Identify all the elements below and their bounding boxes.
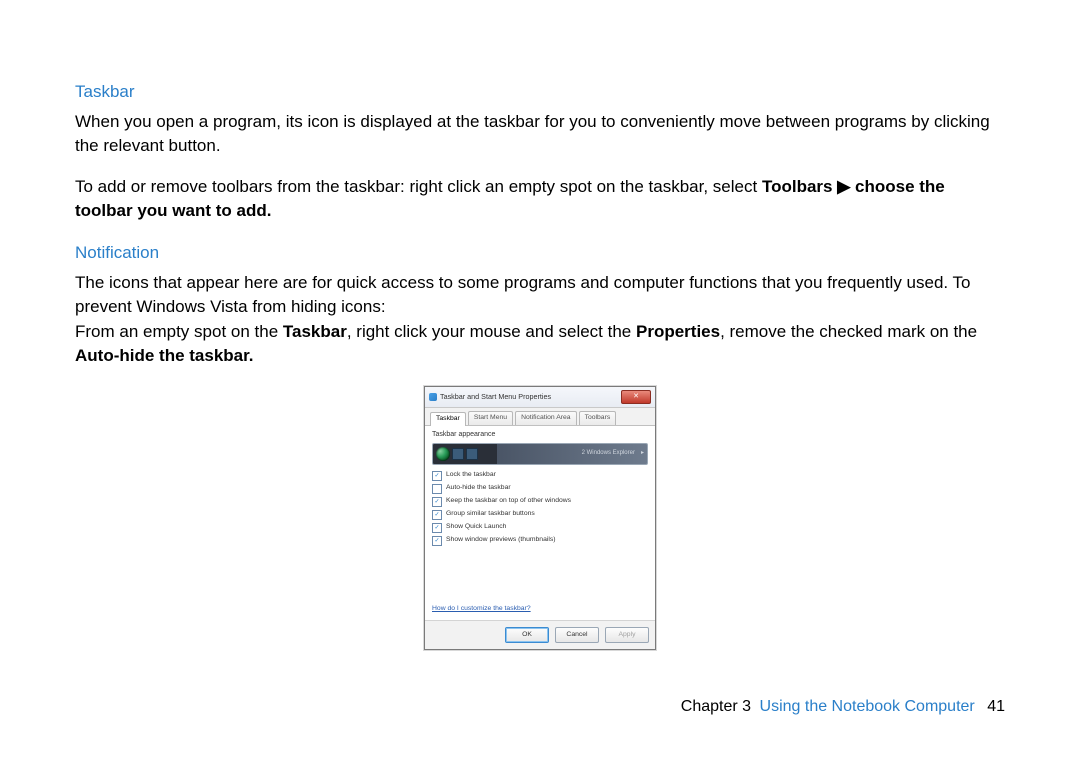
option-row: Auto-hide the taskbar (432, 484, 648, 494)
page-number: 41 (987, 698, 1005, 715)
taskbar-paragraph-2: To add or remove toolbars from the taskb… (75, 175, 1005, 223)
text-bold: Taskbar (283, 322, 347, 341)
text-segment: To add or remove toolbars from the taskb… (75, 177, 762, 196)
option-row: ✓ Show window previews (thumbnails) (432, 536, 648, 546)
apply-button[interactable]: Apply (605, 627, 649, 643)
quick-launch-icon (452, 448, 464, 460)
option-label: Show Quick Launch (446, 523, 506, 531)
option-label: Auto-hide the taskbar (446, 484, 511, 492)
help-area: How do I customize the taskbar? (432, 601, 648, 613)
dialog-tabs: Taskbar Start Menu Notification Area Too… (425, 408, 655, 426)
checkbox[interactable]: ✓ (432, 536, 442, 546)
document-page: Taskbar When you open a program, its ico… (0, 0, 1080, 760)
checkbox[interactable] (432, 484, 442, 494)
heading-notification: Notification (75, 241, 1005, 265)
chapter-label: Chapter 3 (681, 698, 751, 715)
option-row: ✓ Lock the taskbar (432, 471, 648, 481)
checkbox[interactable]: ✓ (432, 510, 442, 520)
tab-notification-area[interactable]: Notification Area (515, 411, 577, 425)
cancel-button[interactable]: Cancel (555, 627, 599, 643)
page-footer: Chapter 3 Using the Notebook Computer 41 (681, 696, 1005, 718)
text-bold: Properties (636, 322, 720, 341)
section-label: Taskbar appearance (432, 431, 648, 439)
notification-paragraph-2: From an empty spot on the Taskbar, right… (75, 320, 1005, 368)
option-row: ✓ Keep the taskbar on top of other window… (432, 497, 648, 507)
option-row: ✓ Show Quick Launch (432, 523, 648, 533)
dialog-body: Taskbar appearance 2 Windows Explorer ▸ … (425, 426, 655, 620)
dialog-title: Taskbar and Start Menu Properties (440, 393, 551, 402)
taskbar-paragraph-1: When you open a program, its icon is dis… (75, 110, 1005, 158)
start-orb-icon (436, 447, 450, 461)
close-icon[interactable] (621, 390, 651, 404)
option-label: Lock the taskbar (446, 471, 496, 479)
text-segment: , right click your mouse and select the (347, 322, 636, 341)
option-label: Keep the taskbar on top of other windows (446, 497, 571, 505)
dialog-figure: Taskbar and Start Menu Properties Taskba… (424, 386, 656, 650)
ok-button[interactable]: OK (505, 627, 549, 643)
checkbox[interactable]: ✓ (432, 523, 442, 533)
tab-toolbars[interactable]: Toolbars (579, 411, 617, 425)
dialog-button-row: OK Cancel Apply (425, 620, 655, 649)
taskbar-preview: 2 Windows Explorer ▸ (432, 443, 648, 465)
option-label: Show window previews (thumbnails) (446, 536, 556, 544)
quick-launch-icon (466, 448, 478, 460)
heading-taskbar: Taskbar (75, 80, 1005, 104)
chapter-title: Using the Notebook Computer (760, 698, 975, 715)
window-icon (429, 393, 437, 401)
tab-taskbar[interactable]: Taskbar (430, 412, 466, 426)
section-notification: Notification The icons that appear here … (75, 241, 1005, 368)
option-row: ✓ Group similar taskbar buttons (432, 510, 648, 520)
properties-dialog: Taskbar and Start Menu Properties Taskba… (424, 386, 656, 650)
tab-start-menu[interactable]: Start Menu (468, 411, 513, 425)
notification-paragraph-1: The icons that appear here are for quick… (75, 271, 1005, 319)
section-taskbar: Taskbar When you open a program, its ico… (75, 80, 1005, 223)
text-segment: , remove the checked mark on the (720, 322, 977, 341)
checkbox[interactable]: ✓ (432, 471, 442, 481)
titlebar-left: Taskbar and Start Menu Properties (429, 393, 551, 402)
help-link[interactable]: How do I customize the taskbar? (432, 605, 531, 612)
option-label: Group similar taskbar buttons (446, 510, 535, 518)
arrow-icon: ▶ (837, 177, 850, 196)
checkbox[interactable]: ✓ (432, 497, 442, 507)
preview-window-label: 2 Windows Explorer (582, 450, 639, 457)
chevron-right-icon: ▸ (641, 450, 644, 457)
text-bold: Toolbars (762, 177, 837, 196)
dialog-titlebar: Taskbar and Start Menu Properties (425, 387, 655, 408)
text-bold: Auto-hide the taskbar. (75, 346, 254, 365)
text-segment: From an empty spot on the (75, 322, 283, 341)
options-list: ✓ Lock the taskbar Auto-hide the taskbar ✓ K… (432, 471, 648, 546)
